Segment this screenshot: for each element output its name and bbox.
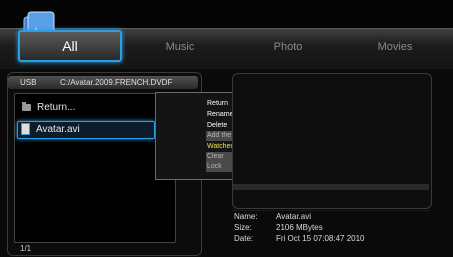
- folder-icon: [22, 101, 31, 111]
- path-bar: USB C:/Avatar.2009.FRENCH.DVDF: [8, 76, 198, 89]
- return-item[interactable]: Return...: [22, 98, 162, 118]
- date-label: Date:: [234, 234, 254, 243]
- info-divider: [232, 210, 430, 211]
- size-label: Size:: [234, 223, 252, 232]
- name-label: Name:: [234, 212, 258, 221]
- video-file-icon: [21, 123, 30, 136]
- file-item-selected[interactable]: Avatar.avi: [17, 121, 155, 139]
- info-size-row: Size: 2106 MBytes: [234, 223, 323, 233]
- size-value: 2106 MBytes: [276, 223, 323, 232]
- file-name: Avatar.avi: [36, 124, 80, 135]
- name-value: Avatar.avi: [276, 212, 311, 221]
- device-label: USB: [20, 78, 37, 87]
- tab-movies[interactable]: Movies: [365, 36, 425, 58]
- tab-photo[interactable]: Photo: [258, 36, 318, 58]
- tab-music[interactable]: Music: [150, 36, 210, 58]
- preview-divider: [233, 184, 429, 190]
- info-name-row: Name: Avatar.avi: [234, 212, 311, 222]
- page-counter: 1/1: [20, 244, 32, 253]
- path-label: C:/Avatar.2009.FRENCH.DVDF: [60, 78, 173, 87]
- tab-all[interactable]: All: [18, 30, 122, 62]
- return-label: Return...: [37, 102, 76, 113]
- date-value: Fri Oct 15 07:08:47 2010: [276, 234, 365, 243]
- info-date-row: Date: Fri Oct 15 07:08:47 2010: [234, 234, 365, 244]
